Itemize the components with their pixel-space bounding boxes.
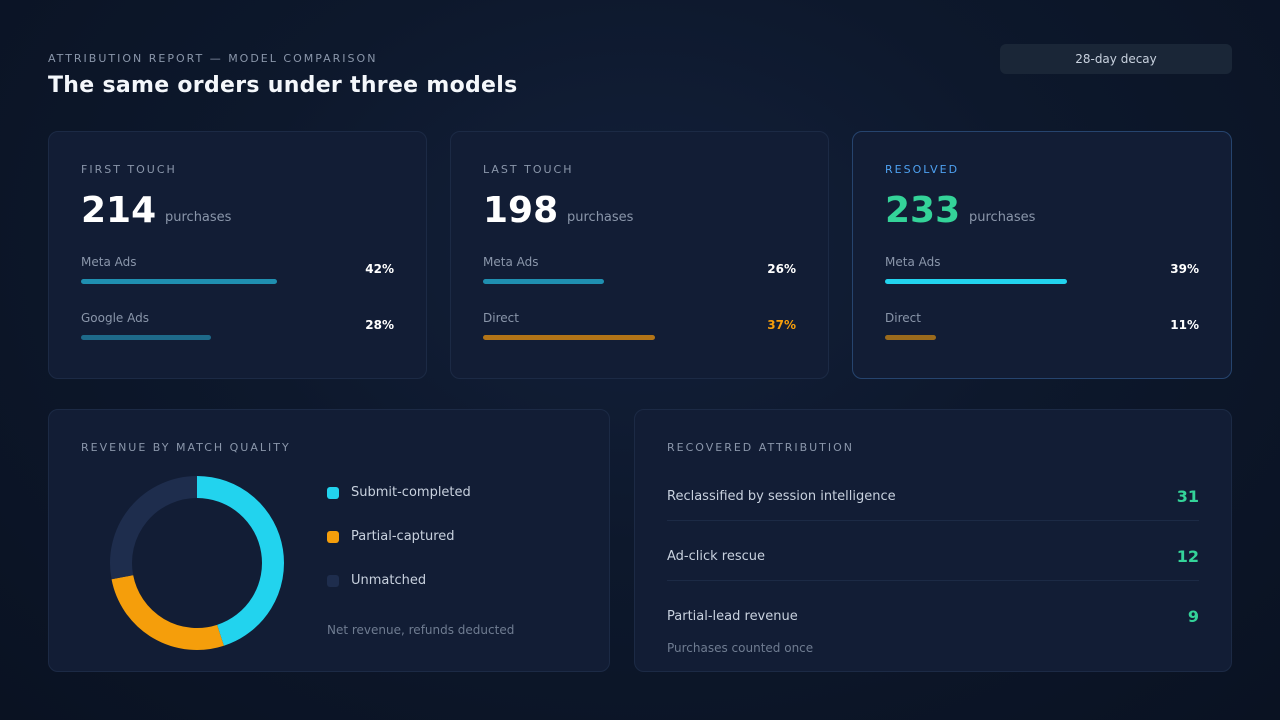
channel-percent: 11% <box>1170 318 1199 332</box>
recovered-row-value: 31 <box>1176 487 1199 506</box>
channel-label: Google Ads <box>81 311 149 325</box>
purchase-count: 214 <box>81 190 157 231</box>
row-divider <box>667 580 1199 581</box>
donut-segment-submit-completed <box>196 476 284 646</box>
recovered-row-value: 9 <box>1187 607 1199 626</box>
purchase-unit: purchases <box>165 210 232 225</box>
last-touch-card: LAST TOUCH 198 purchases Meta Ads 26% Di… <box>450 131 829 379</box>
purchase-count: 198 <box>483 190 559 231</box>
resolved-card: RESOLVED 233 purchases Meta Ads 39% Dire… <box>852 131 1232 379</box>
row-divider <box>667 520 1199 521</box>
decay-window-button[interactable]: 28-day decay <box>1000 44 1232 74</box>
donut-segment-partial-captured <box>111 574 224 650</box>
channel-label: Direct <box>483 311 519 325</box>
recovered-row: Partial-lead revenue 9 <box>667 607 1199 669</box>
legend-swatch <box>327 487 339 499</box>
channel-bar <box>81 279 277 284</box>
legend-label: Unmatched <box>351 573 427 588</box>
revenue-match-card: REVENUE BY MATCH QUALITY Submit-complete… <box>48 409 610 672</box>
recovered-attribution-card: RECOVERED ATTRIBUTION Reclassified by se… <box>634 409 1232 672</box>
card-label: FIRST TOUCH <box>81 163 177 176</box>
legend-label: Partial-captured <box>351 529 455 544</box>
legend-swatch <box>327 575 339 587</box>
donut-segment-unmatched <box>110 476 198 580</box>
channel-percent: 37% <box>767 318 796 332</box>
recovered-row-label: Ad-click rescue <box>667 549 766 564</box>
report-eyebrow: ATTRIBUTION REPORT — MODEL COMPARISON <box>48 52 378 65</box>
purchase-unit: purchases <box>969 210 1036 225</box>
first-touch-card: FIRST TOUCH 214 purchases Meta Ads 42% G… <box>48 131 427 379</box>
page-title: The same orders under three models <box>48 73 518 98</box>
purchase-unit: purchases <box>567 210 634 225</box>
revenue-note: Net revenue, refunds deducted <box>327 623 515 637</box>
purchase-count: 233 <box>885 190 961 231</box>
recovered-row: Ad-click rescue 12 <box>667 547 1199 609</box>
revenue-donut-chart <box>110 476 284 650</box>
legend-label: Submit-completed <box>351 485 471 500</box>
channel-percent: 42% <box>365 262 394 276</box>
recovered-row-label: Partial-lead revenue <box>667 609 798 624</box>
channel-percent: 28% <box>365 318 394 332</box>
recovered-row: Reclassified by session intelligence 31 <box>667 487 1199 549</box>
card-label: RESOLVED <box>885 163 960 176</box>
channel-label: Meta Ads <box>81 255 137 269</box>
recovered-row-value: 12 <box>1176 547 1199 566</box>
channel-bar <box>885 335 936 340</box>
channel-label: Direct <box>885 311 921 325</box>
channel-bar <box>81 335 211 340</box>
section-label: REVENUE BY MATCH QUALITY <box>81 441 291 454</box>
channel-bar <box>885 279 1067 284</box>
channel-bar <box>483 335 655 340</box>
card-label: LAST TOUCH <box>483 163 574 176</box>
channel-bar <box>483 279 604 284</box>
channel-label: Meta Ads <box>885 255 941 269</box>
recovered-note: Purchases counted once <box>667 641 814 655</box>
legend-swatch <box>327 531 339 543</box>
channel-label: Meta Ads <box>483 255 539 269</box>
recovered-row-label: Reclassified by session intelligence <box>667 489 896 504</box>
section-label: RECOVERED ATTRIBUTION <box>667 441 855 454</box>
channel-percent: 26% <box>767 262 796 276</box>
channel-percent: 39% <box>1170 262 1199 276</box>
